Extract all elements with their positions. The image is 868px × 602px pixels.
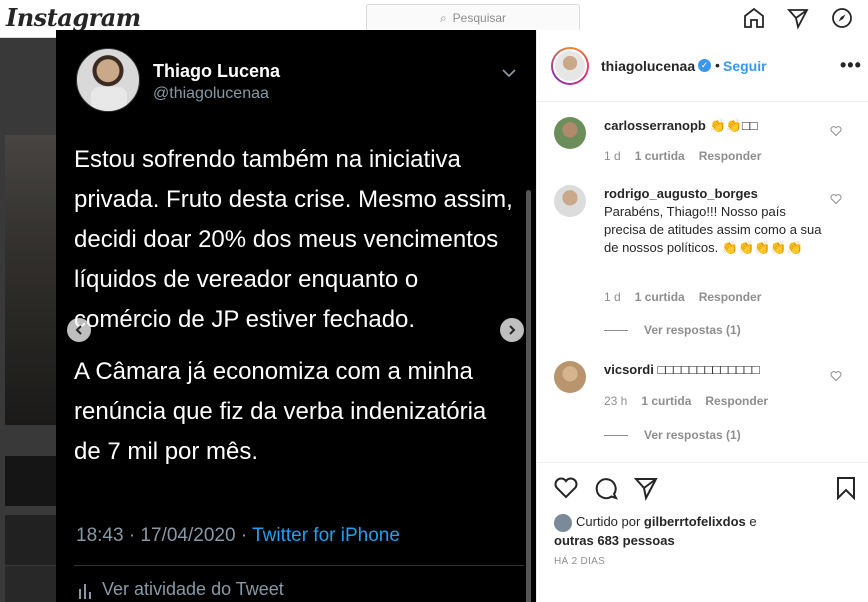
comment-username[interactable]: rodrigo_augusto_borges: [604, 185, 826, 203]
tweet-author-handle: @thiagolucenaa: [153, 85, 269, 102]
bookmark-icon[interactable]: [833, 475, 859, 501]
comment-username[interactable]: vicsordi: [604, 362, 654, 377]
divider: [74, 565, 524, 566]
reply-button[interactable]: Responder: [699, 290, 762, 304]
view-replies-button[interactable]: Ver respostas (1): [604, 428, 741, 442]
instagram-logo[interactable]: Instagram: [6, 3, 141, 32]
search-icon: ⌕: [439, 10, 447, 25]
share-icon[interactable]: [633, 475, 659, 501]
comment-text: rodrigo_augusto_borges Parabéns, Thiago!…: [604, 185, 826, 257]
chevron-left-icon: [75, 325, 82, 335]
separator-dot: •: [715, 57, 720, 73]
view-replies-label: Ver respostas (1): [644, 428, 741, 442]
comment-likes[interactable]: 1 curtida: [641, 394, 691, 408]
view-replies-label: Ver respostas (1): [644, 323, 741, 337]
tweet-activity: Ver atividade do Tweet: [78, 579, 284, 600]
tweet-source: Twitter for iPhone: [252, 525, 400, 546]
comment-age: 1 d: [604, 290, 621, 304]
post-header: thiagolucenaa ✓ • Seguir •••: [537, 30, 868, 102]
comment-avatar[interactable]: [554, 185, 586, 217]
comment-meta: 1 d 1 curtida Responder: [604, 149, 761, 163]
comment-avatar[interactable]: [554, 361, 586, 393]
chevron-down-icon: [502, 69, 516, 78]
next-arrow-button[interactable]: [500, 318, 524, 342]
divider: [604, 434, 628, 436]
page: Instagram ⌕ Pesquisar Thiago Lucena @thi…: [0, 0, 868, 602]
top-nav: [742, 6, 854, 30]
heart-icon[interactable]: [830, 193, 842, 205]
likes-summary: Curtido por gilberrtofelixdos e outras 6…: [554, 513, 854, 550]
post-side-panel: thiagolucenaa ✓ • Seguir ••• carlosserra…: [536, 30, 868, 602]
tweet-paragraph: Estou sofrendo também na iniciativa priv…: [74, 146, 513, 333]
explore-icon[interactable]: [830, 6, 854, 30]
search-placeholder: Pesquisar: [452, 11, 507, 25]
post-actions: Curtido por gilberrtofelixdos e outras 6…: [537, 462, 868, 602]
comment-body: Parabéns, Thiago!!! Nosso país precisa d…: [604, 204, 822, 255]
likes-middle: e: [745, 514, 757, 529]
heart-icon[interactable]: [830, 370, 842, 382]
post-username[interactable]: thiagolucenaa: [601, 58, 695, 74]
comment-text: carlosserranopb 👏👏□□: [604, 117, 826, 135]
heart-icon[interactable]: [553, 475, 579, 501]
comment-likes[interactable]: 1 curtida: [635, 290, 685, 304]
comment-meta: 23 h 1 curtida Responder: [604, 394, 768, 408]
avatar[interactable]: [554, 513, 572, 532]
divider: [604, 329, 628, 331]
heart-icon[interactable]: [830, 125, 842, 137]
home-icon[interactable]: [742, 6, 766, 30]
tweet-time: 18:43 · 17/04/2020 ·: [76, 525, 253, 546]
avatar[interactable]: [551, 47, 589, 85]
comments-list: carlosserranopb 👏👏□□ 1 d 1 curtida Respo…: [537, 103, 868, 461]
post-date[interactable]: HÁ 2 DIAS: [554, 556, 605, 567]
tweet-text: Estou sofrendo também na iniciativa priv…: [74, 140, 519, 484]
comment-username[interactable]: carlosserranopb: [604, 118, 706, 133]
comment-age: 1 d: [604, 149, 621, 163]
direct-icon[interactable]: [786, 6, 810, 30]
comment-avatar[interactable]: [554, 117, 586, 149]
chevron-right-icon: [509, 325, 516, 335]
previous-arrow-button[interactable]: [67, 318, 91, 342]
verified-icon: ✓: [698, 59, 711, 72]
tweet-avatar: [76, 48, 140, 112]
reply-button[interactable]: Responder: [705, 394, 768, 408]
likes-others[interactable]: outras 683 pessoas: [554, 533, 675, 548]
tweet-meta: 18:43 · 17/04/2020 · Twitter for iPhone: [76, 525, 400, 547]
comment-age: 23 h: [604, 394, 628, 408]
tweet-paragraph: A Câmara já economiza com a minha renúnc…: [74, 358, 487, 465]
likes-prefix: Curtido por: [576, 514, 644, 529]
comment-meta: 1 d 1 curtida Responder: [604, 290, 761, 304]
tweet-activity-label: Ver atividade do Tweet: [102, 579, 284, 599]
view-replies-button[interactable]: Ver respostas (1): [604, 323, 741, 337]
comment-icon[interactable]: [593, 475, 619, 501]
comment-body: □□□□□□□□□□□□□: [657, 362, 760, 377]
liked-by-user[interactable]: gilberrtofelixdos: [644, 514, 746, 529]
post-image-tweet: Thiago Lucena @thiagolucenaa Estou sofre…: [56, 30, 536, 602]
comment-text: vicsordi □□□□□□□□□□□□□: [604, 361, 826, 379]
comment-body: 👏👏□□: [709, 118, 758, 133]
bar-chart-icon: [79, 583, 91, 599]
comment-likes[interactable]: 1 curtida: [635, 149, 685, 163]
tweet-author-name: Thiago Lucena: [153, 61, 281, 81]
reply-button[interactable]: Responder: [699, 149, 762, 163]
follow-button[interactable]: Seguir: [723, 58, 767, 74]
scrollbar: [526, 190, 531, 602]
more-options-button[interactable]: •••: [840, 55, 862, 76]
search-input[interactable]: ⌕ Pesquisar: [366, 4, 580, 32]
